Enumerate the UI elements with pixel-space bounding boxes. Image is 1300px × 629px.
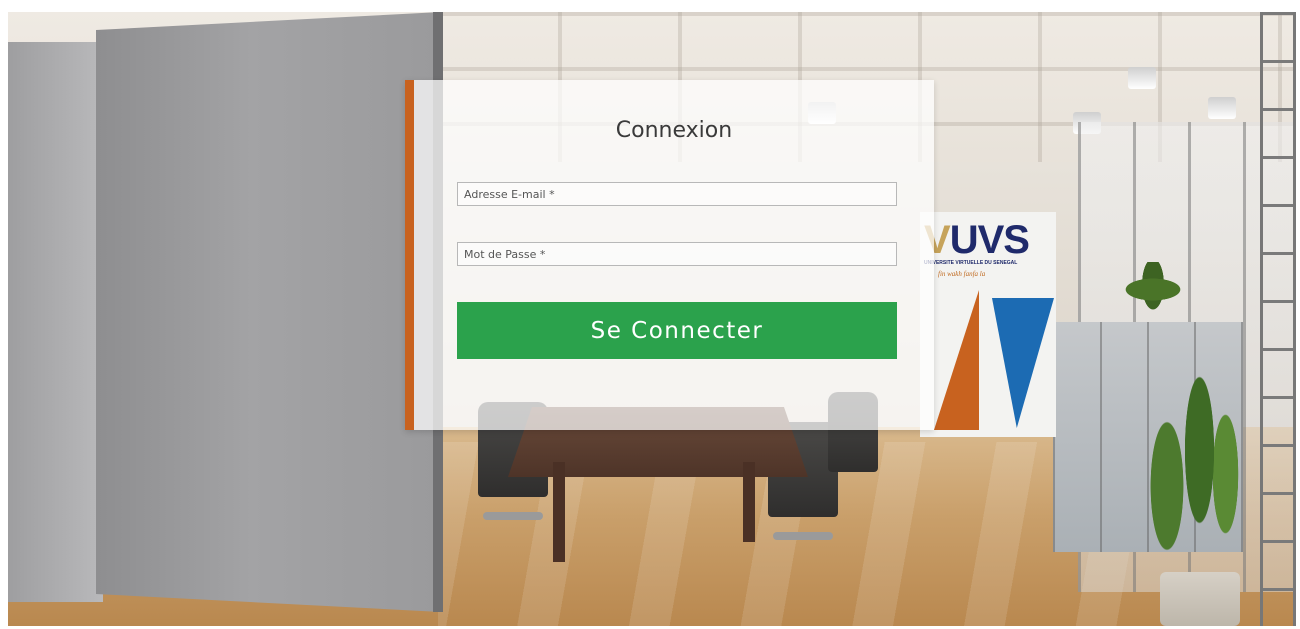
- uvs-logo-text: UVS: [949, 218, 1030, 262]
- potted-plant: [1128, 342, 1258, 582]
- ceiling-light: [1128, 67, 1156, 89]
- login-title: Connexion: [615, 118, 733, 143]
- small-plant: [1118, 262, 1188, 317]
- ceiling-light: [1208, 97, 1236, 119]
- uvs-subtitle: UNIVERSITE VIRTUELLE DU SENEGAL: [924, 260, 1018, 266]
- login-form: Connexion Se Connecter: [405, 80, 934, 430]
- left-room-wall: [8, 42, 103, 602]
- page-background: VUVS UNIVERSITE VIRTUELLE DU SENEGAL fin…: [8, 12, 1296, 626]
- uvs-tagline: fin wakh fanfa la: [938, 270, 986, 278]
- uvs-blue-shape: [992, 298, 1054, 428]
- chair-base: [483, 512, 543, 520]
- chair-base: [773, 532, 833, 540]
- plant-pot: [1160, 572, 1240, 626]
- uvs-orange-shape: [934, 290, 979, 430]
- uvs-banner: VUVS UNIVERSITE VIRTUELLE DU SENEGAL fin…: [920, 212, 1056, 437]
- table-leg: [553, 462, 565, 562]
- table-leg: [743, 462, 755, 542]
- password-field[interactable]: [457, 242, 897, 266]
- email-field[interactable]: [457, 182, 897, 206]
- ladder-shelf: [1260, 12, 1296, 626]
- login-button[interactable]: Se Connecter: [457, 302, 897, 359]
- uvs-logo: VUVS: [924, 218, 1030, 262]
- grey-partition-wall: [96, 12, 441, 612]
